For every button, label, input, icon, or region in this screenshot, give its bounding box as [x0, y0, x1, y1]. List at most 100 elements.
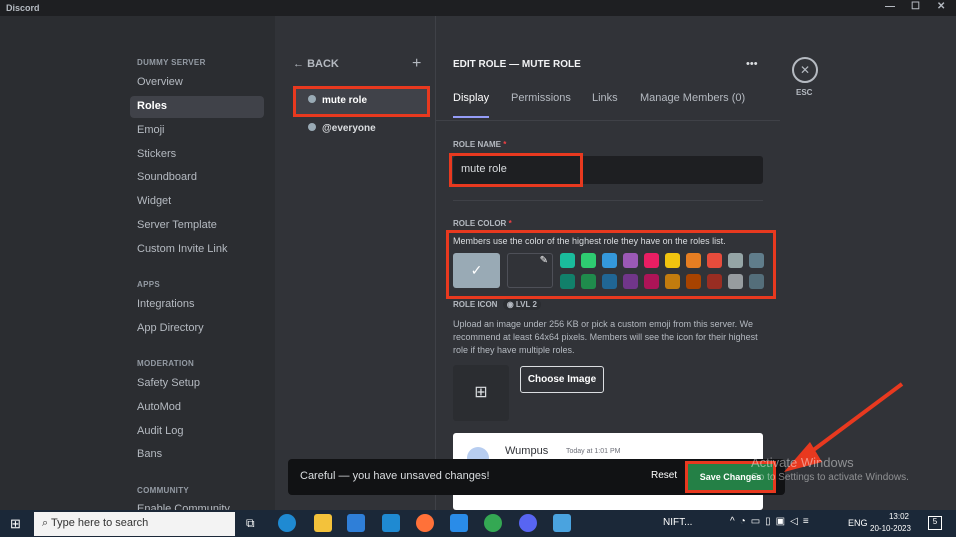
- boost-icon: ◉: [506, 300, 516, 309]
- windows-start-icon[interactable]: ⊞: [10, 517, 21, 530]
- sidebar-item-automod[interactable]: AutoMod: [130, 397, 264, 419]
- sidebar-item-roles[interactable]: Roles: [130, 96, 264, 118]
- sidebar-item-custom-invite-link[interactable]: Custom Invite Link: [130, 239, 264, 261]
- reset-button[interactable]: Reset: [651, 470, 677, 481]
- sidebar-item-widget[interactable]: Widget: [130, 191, 264, 213]
- default-color-swatch[interactable]: ✓: [453, 253, 500, 288]
- more-options-button[interactable]: •••: [746, 58, 758, 70]
- sidebar-item-server-template[interactable]: Server Template: [130, 215, 264, 237]
- color-swatch[interactable]: [665, 253, 680, 268]
- chrome-icon[interactable]: [484, 514, 502, 532]
- color-swatch[interactable]: [623, 274, 638, 289]
- firefox-icon[interactable]: [416, 514, 434, 532]
- role-item-mute-role[interactable]: mute role: [293, 86, 430, 117]
- color-swatch[interactable]: [560, 274, 575, 289]
- server-heading: DUMMY SERVER: [137, 58, 206, 67]
- color-swatch[interactable]: [728, 253, 743, 268]
- page-title: EDIT ROLE — MUTE ROLE: [453, 59, 581, 70]
- sidebar-item-bans[interactable]: Bans: [130, 444, 264, 466]
- color-swatch[interactable]: [707, 274, 722, 289]
- unsaved-message: Careful — you have unsaved changes!: [300, 470, 490, 482]
- choose-image-button[interactable]: Choose Image: [520, 366, 604, 393]
- color-swatch[interactable]: [728, 274, 743, 289]
- task-view-icon[interactable]: ⧉: [246, 516, 255, 531]
- color-swatch[interactable]: [707, 253, 722, 268]
- sidebar-item-overview[interactable]: Overview: [130, 72, 264, 94]
- role-icon-description: Upload an image under 256 KB or pick a c…: [453, 319, 758, 355]
- color-swatch[interactable]: [644, 253, 659, 268]
- color-swatch[interactable]: [623, 253, 638, 268]
- role-name-label: ROLE NAME *: [453, 140, 507, 149]
- back-button[interactable]: ← BACK: [293, 58, 339, 70]
- color-swatch[interactable]: [602, 274, 617, 289]
- tab-permissions[interactable]: Permissions: [511, 92, 571, 104]
- close-window-button[interactable]: ✕: [937, 1, 945, 12]
- custom-color-picker[interactable]: ✎: [507, 253, 553, 288]
- taskbar-search-input[interactable]: ⌕ Type here to search: [34, 512, 235, 536]
- file-explorer-icon[interactable]: [314, 514, 332, 532]
- preview-timestamp: Today at 1:01 PM: [566, 448, 621, 455]
- search-placeholder: Type here to search: [51, 517, 149, 529]
- color-swatch[interactable]: [581, 274, 596, 289]
- role-icon-label: ROLE ICON ◉ LVL 2: [453, 299, 541, 310]
- tab-display[interactable]: Display: [453, 92, 490, 118]
- color-swatch[interactable]: [644, 274, 659, 289]
- back-label: BACK: [307, 58, 339, 70]
- role-label: mute role: [322, 95, 368, 106]
- sidebar-item-soundboard[interactable]: Soundboard: [130, 167, 264, 189]
- app-icon[interactable]: [553, 514, 571, 532]
- eyedropper-icon: ✎: [539, 255, 548, 266]
- clock-date[interactable]: 20-10-2023: [870, 524, 911, 533]
- color-swatch[interactable]: [665, 274, 680, 289]
- tab-manage-members[interactable]: Manage Members (0): [640, 92, 745, 104]
- stock-widget[interactable]: NIFT...: [663, 517, 692, 528]
- discord-icon[interactable]: [519, 514, 537, 532]
- app-title: Discord: [6, 3, 40, 13]
- store-icon[interactable]: [347, 514, 365, 532]
- arrow-left-icon: ←: [293, 58, 308, 70]
- role-color-dot: [308, 123, 316, 131]
- minimize-button[interactable]: —: [885, 1, 895, 12]
- language-indicator[interactable]: ENG: [848, 518, 868, 528]
- color-swatch[interactable]: [686, 274, 701, 289]
- role-name-input[interactable]: mute role: [449, 153, 583, 187]
- community-heading: COMMUNITY: [137, 486, 190, 495]
- color-swatch[interactable]: [560, 253, 575, 268]
- close-settings-button[interactable]: ✕: [792, 57, 818, 83]
- sidebar-item-emoji[interactable]: Emoji: [130, 120, 264, 142]
- add-role-button[interactable]: +: [412, 55, 421, 73]
- color-swatch[interactable]: [749, 253, 764, 268]
- activate-windows-sub: Go to Settings to activate Windows.: [751, 472, 909, 483]
- sidebar-item-safety-setup[interactable]: Safety Setup: [130, 373, 264, 395]
- color-swatch[interactable]: [602, 253, 617, 268]
- notifications-button[interactable]: 5: [928, 516, 942, 530]
- sidebar-item-integrations[interactable]: Integrations: [130, 294, 264, 316]
- sidebar-item-app-directory[interactable]: App Directory: [130, 318, 264, 340]
- sidebar-item-stickers[interactable]: Stickers: [130, 144, 264, 166]
- color-swatch[interactable]: [749, 274, 764, 289]
- level-badge: ◉ LVL 2: [502, 299, 541, 310]
- divider: [436, 120, 780, 121]
- divider: [453, 200, 763, 201]
- clock-time[interactable]: 13:02: [884, 512, 914, 521]
- role-color-label: ROLE COLOR *: [453, 219, 512, 228]
- color-swatch[interactable]: [581, 253, 596, 268]
- close-icon: ✕: [799, 63, 811, 77]
- role-label: @everyone: [322, 123, 376, 134]
- system-tray-icons[interactable]: ^◔▭▯▣◁≡: [730, 516, 814, 527]
- maximize-button[interactable]: ☐: [911, 1, 920, 12]
- esc-label: ESC: [796, 88, 813, 97]
- role-item-everyone[interactable]: @everyone: [308, 123, 376, 134]
- sidebar-item-audit-log[interactable]: Audit Log: [130, 421, 264, 443]
- image-add-icon: ⊞: [474, 384, 488, 401]
- tab-links[interactable]: Links: [592, 92, 618, 104]
- edge-icon[interactable]: [278, 514, 296, 532]
- color-swatch[interactable]: [686, 253, 701, 268]
- vscode-icon[interactable]: [450, 514, 468, 532]
- moderation-heading: MODERATION: [137, 359, 195, 368]
- mail-icon[interactable]: [382, 514, 400, 532]
- apps-heading: APPS: [137, 280, 160, 289]
- role-color-description: Members use the color of the highest rol…: [453, 236, 726, 246]
- role-icon-upload[interactable]: ⊞: [453, 365, 509, 421]
- role-color-dot: [308, 95, 316, 103]
